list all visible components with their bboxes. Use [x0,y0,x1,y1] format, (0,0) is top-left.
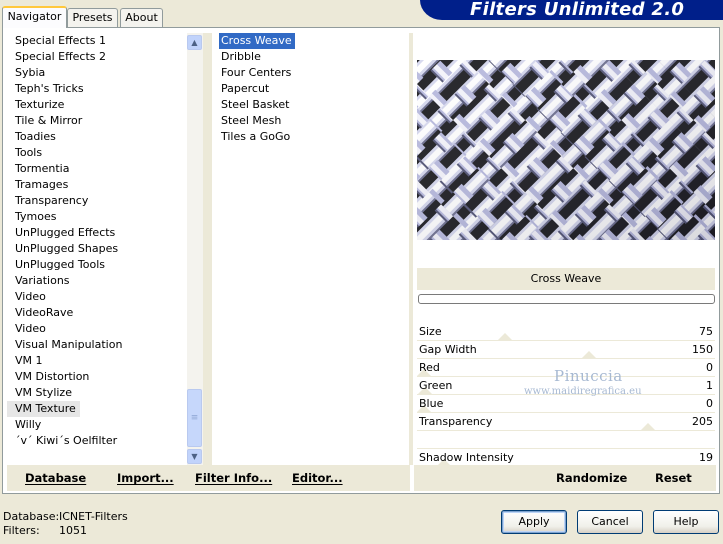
filter-item[interactable]: Cross Weave [219,33,295,49]
app-title-banner: Filters Unlimited 2.0 [420,0,723,20]
list-divider [203,33,212,465]
filter-item[interactable]: Dribble [219,49,409,65]
tab-bar: Navigator Presets About Filters Unlimite… [0,0,723,28]
category-item[interactable]: Video [7,289,187,305]
tab-navigator[interactable]: Navigator [2,6,67,28]
watermark-logo-text: Pinuccia [554,367,623,385]
category-item[interactable]: VM Texture [7,401,80,417]
filter-item[interactable]: Papercut [219,81,409,97]
preview-area: Cross Weave Size 75 Gap Width 150 Red 0 Green 1… [414,33,716,467]
category-item[interactable]: Variations [7,273,187,289]
parameter-slider[interactable]: Size 75 [417,323,715,341]
apply-button[interactable]: Apply [501,510,567,534]
parameter-value: 0 [706,397,713,410]
parameter-name: Green [419,379,453,392]
category-item[interactable]: ´v´ Kiwi´s Oelfilter [7,433,187,449]
tab-presets[interactable]: Presets [67,8,118,27]
filters-label: Filters: [3,524,40,537]
filter-preview-image [417,60,715,240]
scroll-up-arrow-icon[interactable]: ▲ [187,35,202,50]
scroll-down-arrow-icon[interactable]: ▼ [187,449,202,464]
render-progress-bar [418,294,715,304]
category-list[interactable]: Special Effects 1 Special Effects 2 Sybia T… [7,33,187,463]
left-button-bar: Database Import... Filter Info... Editor… [7,465,410,491]
scroll-thumb[interactable]: ≡ [187,389,202,447]
status-area: Database:ICNET-Filters Filters: 1051 [3,510,128,538]
category-item[interactable]: Tymoes [7,209,187,225]
filter-item[interactable]: Steel Basket [219,97,409,113]
import-button[interactable]: Import... [117,465,174,491]
category-item[interactable]: Special Effects 2 [7,49,187,65]
randomize-button[interactable]: Randomize [556,465,627,491]
preview-divider [409,33,413,465]
parameter-name: Red [419,361,440,374]
category-item[interactable]: Tile & Mirror [7,113,187,129]
editor-button[interactable]: Editor... [292,465,343,491]
parameter-slider[interactable]: Transparency 205 [417,413,715,431]
category-item[interactable]: VideoRave [7,305,187,321]
reset-button[interactable]: Reset [655,465,692,491]
category-item[interactable]: Transparency [7,193,187,209]
preview-filter-name: Cross Weave [417,268,715,290]
navigator-panel: Special Effects 1 Special Effects 2 Sybia T… [2,27,720,494]
slider-thumb-icon[interactable] [641,423,655,430]
parameter-value: 1 [706,379,713,392]
category-item[interactable]: Video [7,321,187,337]
parameter-slider[interactable]: Gap Width 150 [417,341,715,359]
category-item[interactable]: VM Stylize [7,385,187,401]
category-item[interactable]: Willy [7,417,187,433]
parameter-slider[interactable]: Blue 0 [417,395,715,413]
category-item[interactable]: UnPlugged Effects [7,225,187,241]
parameter-name: Blue [419,397,444,410]
category-item[interactable]: Teph's Tricks [7,81,187,97]
parameter-value: 150 [692,343,713,356]
tab-about[interactable]: About [120,8,163,27]
filter-item[interactable]: Tiles a GoGo [219,129,409,145]
category-item[interactable]: Tramages [7,177,187,193]
parameter-name: Transparency [419,415,493,428]
category-item[interactable]: Texturize [7,97,187,113]
slider-thumb-icon[interactable] [582,351,596,358]
slider-thumb-icon[interactable] [498,333,512,340]
category-item[interactable]: Sybia [7,65,187,81]
category-scrollbar[interactable]: ▲ ≡ ▼ [187,33,203,465]
database-label: Database: [3,510,60,523]
watermark-site-text: www.maidiregrafica.eu [524,386,642,397]
filters-count: 1051 [59,524,87,537]
parameter-spacer [417,431,715,449]
category-item[interactable]: Visual Manipulation [7,337,187,353]
help-button[interactable]: Help [653,510,719,534]
category-item[interactable]: Toadies [7,129,187,145]
parameter-name: Gap Width [419,343,477,356]
filter-item[interactable]: Four Centers [219,65,409,81]
parameter-value: 75 [699,325,713,338]
category-item[interactable]: UnPlugged Shapes [7,241,187,257]
category-item[interactable]: Tools [7,145,187,161]
filter-list[interactable]: Cross Weave Dribble Four Centers Papercut St… [219,33,409,463]
parameter-name: Size [419,325,442,338]
category-item[interactable]: UnPlugged Tools [7,257,187,273]
category-item[interactable]: Special Effects 1 [7,33,187,49]
category-item[interactable]: VM Distortion [7,369,187,385]
parameter-value: 0 [706,361,713,374]
filter-info-button[interactable]: Filter Info... [195,465,272,491]
cancel-button[interactable]: Cancel [577,510,643,534]
filter-item[interactable]: Steel Mesh [219,113,409,129]
database-button[interactable]: Database [25,465,86,491]
category-item[interactable]: VM 1 [7,353,187,369]
parameter-value: 205 [692,415,713,428]
category-item[interactable]: Tormentia [7,161,187,177]
database-value: ICNET-Filters [59,510,128,523]
right-button-bar: Randomize Reset [414,465,716,491]
